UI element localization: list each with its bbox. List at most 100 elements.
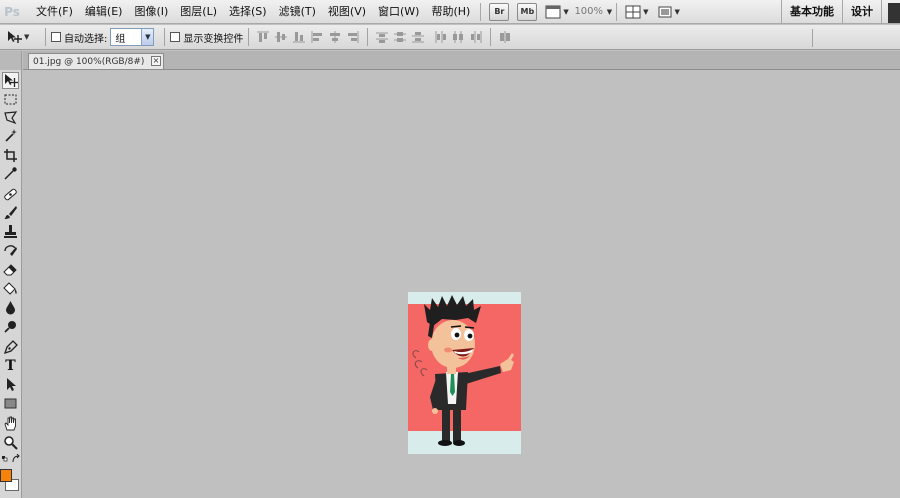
workspace-design[interactable]: 设计 [843,0,881,24]
bridge-button[interactable]: Br [489,2,510,21]
paint-bucket-tool[interactable] [2,280,19,297]
eraser-tool[interactable] [2,261,19,278]
menu-help[interactable]: 帮助(H) [425,0,476,24]
magnifier-icon [4,436,18,450]
chevron-down-icon: ▼ [674,7,680,16]
view-extras-dropdown[interactable]: ▼ [545,5,569,19]
eyedropper-icon [4,167,17,180]
tools-panel: T [0,70,22,498]
cartoon-businessman-illustration [412,295,514,446]
type-tool[interactable]: T [2,357,19,374]
zoom-chevron-icon[interactable]: ▼ [607,8,612,16]
stamp-icon [4,225,17,238]
move-tool[interactable] [2,72,19,89]
align-hcenter-icon[interactable] [328,30,342,44]
blur-tool[interactable] [2,299,19,316]
zoom-tool[interactable] [2,434,19,451]
distribute-left-icon[interactable] [433,30,447,44]
history-brush-tool[interactable] [2,242,19,259]
workspace-essentials[interactable]: 基本功能 [782,0,842,24]
align-left-icon[interactable] [310,30,324,44]
menu-image[interactable]: 图像(I) [128,0,174,24]
options-divider [45,28,46,46]
auto-select-target-dropdown[interactable]: 组 ▼ [110,28,155,46]
menu-layer[interactable]: 图层(L) [174,0,223,24]
tool-preset-picker[interactable]: ▼ [0,30,40,44]
rectangle-icon [4,398,17,409]
crop-tool[interactable] [2,147,19,164]
close-icon[interactable]: × [151,56,161,66]
show-transform-checkbox[interactable] [170,32,181,42]
pen-tool[interactable] [2,339,19,356]
document-canvas[interactable] [23,71,900,498]
screen-mode-icon [658,6,672,17]
workspace-divider [881,0,882,24]
align-right-icon[interactable] [346,30,360,44]
history-brush-icon [4,245,17,256]
menubar-divider [480,2,482,21]
lasso-icon [4,111,18,125]
clone-stamp-tool[interactable] [2,223,19,240]
menu-select[interactable]: 选择(S) [223,0,273,24]
show-transform-label: 显示变换控件 [183,33,244,45]
dodge-icon [4,321,16,333]
arrange-documents-icon [625,5,641,18]
dodge-tool[interactable] [2,318,19,335]
menu-filter[interactable]: 滤镜(T) [273,0,322,24]
brush-icon [4,206,17,219]
brush-tool[interactable] [2,204,19,221]
distribute-vcenter-icon[interactable] [393,30,407,44]
align-top-icon[interactable] [256,30,270,44]
workspace-more-button[interactable] [888,3,900,23]
options-divider [248,28,250,46]
align-vcenter-icon[interactable] [274,30,288,44]
healing-brush-tool[interactable] [2,186,19,203]
screen-mode-dropdown[interactable]: ▼ [657,5,680,19]
menu-window[interactable]: 窗口(W) [372,0,425,24]
quick-select-tool[interactable] [2,127,19,144]
pen-icon [3,340,18,355]
options-bar: ▼ 自动选择: 组 ▼ 显示变换控件 [0,25,900,50]
move-tool-icon [8,31,22,43]
paint-bucket-icon [3,282,17,295]
options-divider [490,28,492,46]
minibridge-button[interactable]: Mb [517,2,538,21]
document-tab-title: 01.jpg @ 100%(RGB/8#) [33,56,145,67]
align-bottom-icon[interactable] [292,30,306,44]
document-tab-bar: 01.jpg @ 100%(RGB/8#) × [23,51,900,70]
marquee-tool[interactable] [2,91,19,108]
eraser-icon [3,264,17,276]
menu-bar: Ps 文件(F) 编辑(E) 图像(I) 图层(L) 选择(S) 滤镜(T) 视… [0,0,900,24]
distribute-right-icon[interactable] [469,30,483,44]
document-tab[interactable]: 01.jpg @ 100%(RGB/8#) × [28,53,164,69]
workspace-switcher: 基本功能 设计 [781,0,900,24]
eyedropper-tool[interactable] [2,165,19,182]
shape-tool[interactable] [2,395,19,412]
chevron-down-icon: ▼ [141,29,154,45]
view-extras-icon [545,5,561,18]
menu-edit[interactable]: 编辑(E) [79,0,129,24]
path-select-tool[interactable] [2,376,19,393]
lasso-tool[interactable] [2,109,19,126]
distribute-hcenter-icon[interactable] [451,30,465,44]
zoom-level[interactable]: 100% [573,6,605,17]
magic-wand-icon [5,129,17,142]
color-swap-controls[interactable] [0,453,22,465]
arrange-documents-dropdown[interactable]: ▼ [625,5,649,19]
hand-tool[interactable] [2,415,19,432]
chevron-down-icon: ▼ [563,7,569,16]
menu-file[interactable]: 文件(F) [30,0,79,24]
auto-align-layers-icon[interactable] [498,30,512,44]
options-divider [812,29,813,47]
menu-view[interactable]: 视图(V) [322,0,372,24]
move-tool-icon [5,74,18,87]
distribute-top-icon[interactable] [375,30,389,44]
distribute-bottom-icon[interactable] [411,30,425,44]
bandage-icon [4,188,17,201]
document-image[interactable] [408,292,521,454]
toolbar-header[interactable] [0,51,22,70]
auto-select-target-value: 组 [115,33,126,45]
auto-select-checkbox[interactable] [51,32,61,42]
options-divider [164,28,166,46]
foreground-color-swatch[interactable] [0,469,12,482]
